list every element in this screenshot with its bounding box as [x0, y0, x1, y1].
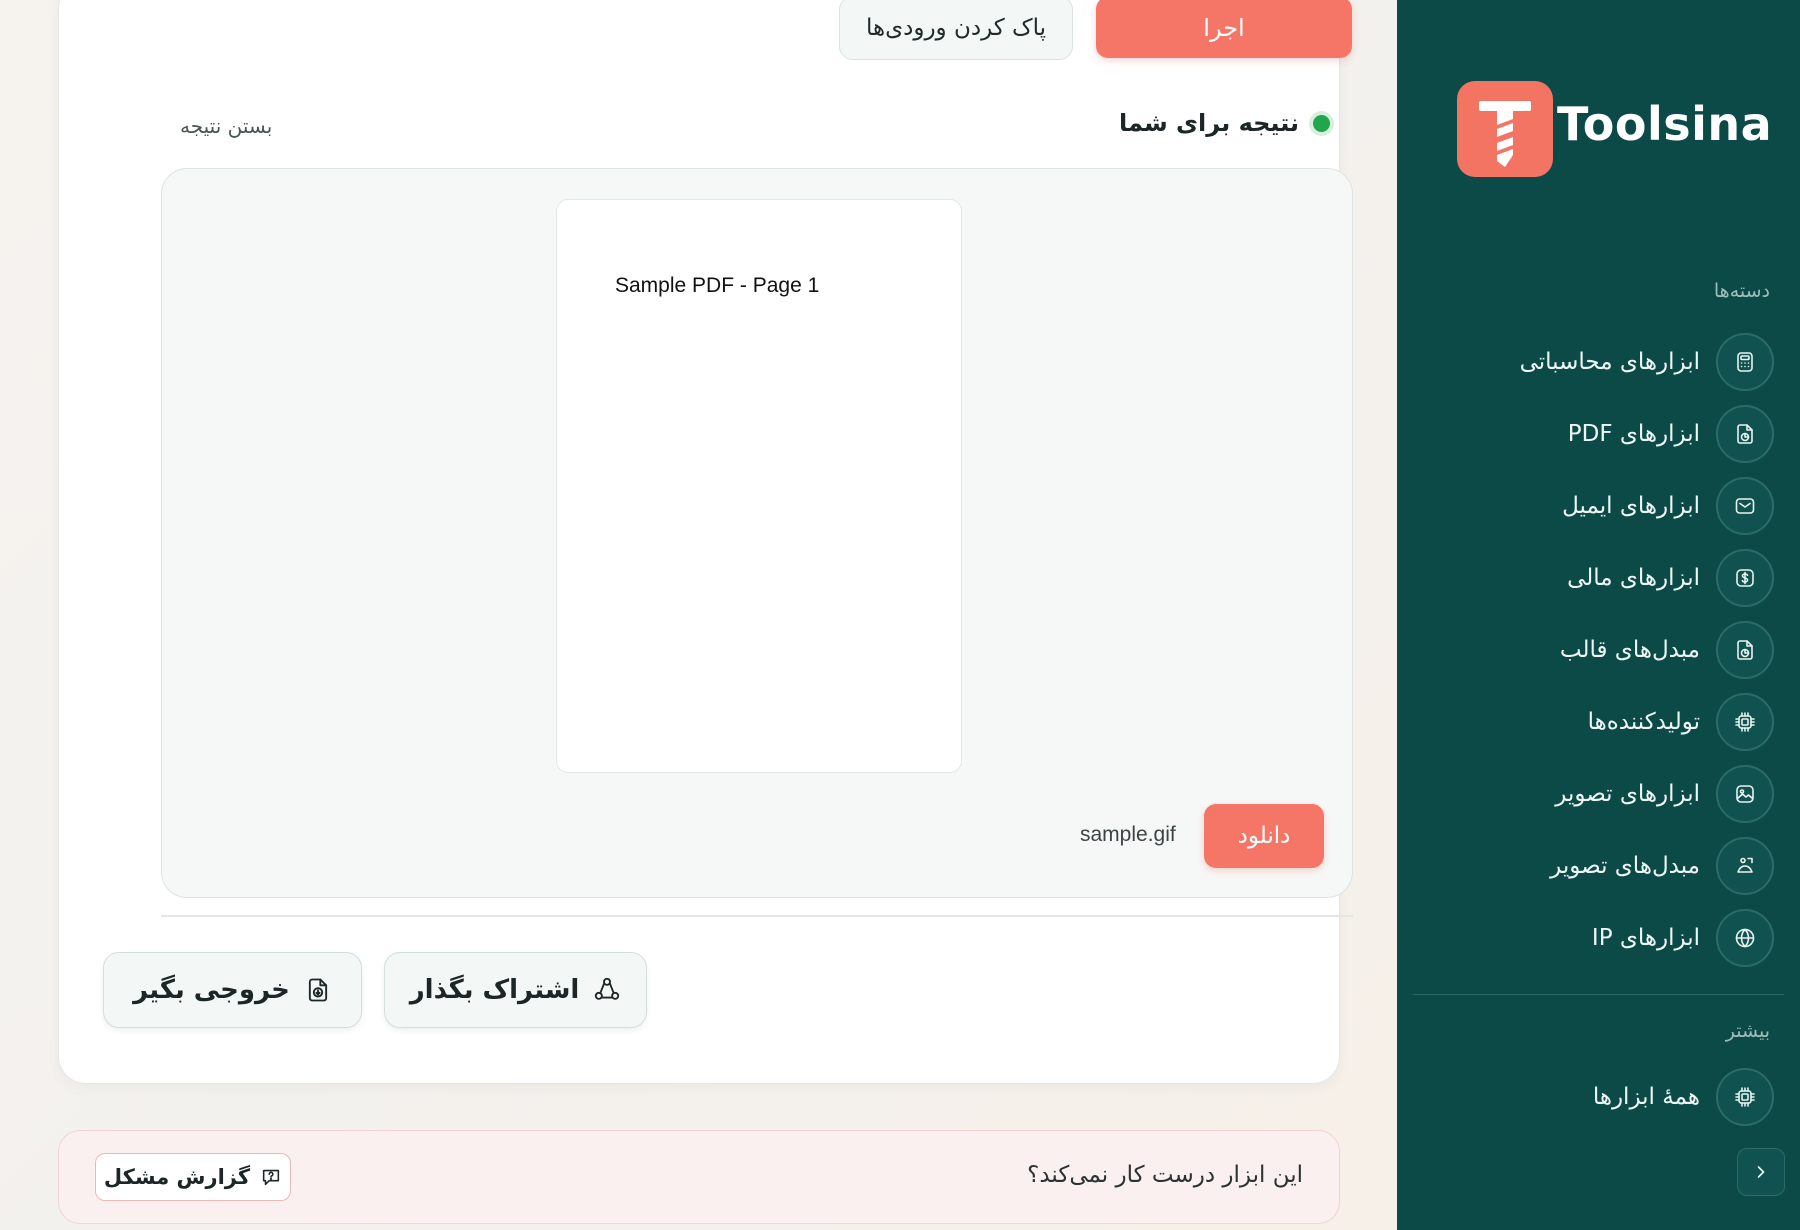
- pdf-page-text: Sample PDF - Page 1: [615, 274, 820, 297]
- report-bar: این ابزار درست کار نمی‌کند؟ گزارش مشکل: [58, 1130, 1340, 1224]
- pdf-page-preview: Sample PDF - Page 1: [556, 199, 962, 773]
- image-icon: [1716, 765, 1774, 823]
- result-preview: Sample PDF - Page 1 دانلود sample.gif: [161, 168, 1353, 898]
- download-button[interactable]: دانلود: [1204, 804, 1324, 868]
- sidebar-item-format-converters[interactable]: مبدل‌های قالب: [1414, 621, 1774, 679]
- chip-icon: [1716, 693, 1774, 751]
- sidebar-item-calculation[interactable]: ابزارهای محاسباتی: [1414, 333, 1774, 391]
- sidebar-item-label: ابزارهای PDF: [1567, 421, 1700, 447]
- sidebar-item-image-tools[interactable]: ابزارهای تصویر: [1414, 765, 1774, 823]
- toolsina-logo-icon: [1457, 81, 1553, 177]
- chevron-right-icon: [1751, 1162, 1771, 1182]
- brand-name: Toolsina: [1557, 97, 1773, 151]
- sidebar-item-generators[interactable]: تولیدکننده‌ها: [1414, 693, 1774, 751]
- logo[interactable]: Toolsina: [1457, 81, 1772, 177]
- sidebar-item-label: مبدل‌های قالب: [1559, 637, 1700, 663]
- share-button[interactable]: اشتراک بگذار: [384, 952, 647, 1028]
- sidebar-item-label: ابزارهای تصویر: [1555, 781, 1700, 807]
- file-convert-icon: [1716, 621, 1774, 679]
- sidebar-item-email[interactable]: ابزارهای ایمیل: [1414, 477, 1774, 535]
- sidebar-item-label: ابزارهای IP: [1591, 925, 1700, 951]
- file-chart-icon: [1716, 405, 1774, 463]
- sidebar-item-finance[interactable]: ابزارهای مالی: [1414, 549, 1774, 607]
- export-button[interactable]: خروجی بگیر: [103, 952, 362, 1028]
- calculator-icon: [1716, 333, 1774, 391]
- image-convert-icon: [1716, 837, 1774, 895]
- file-export-icon: [304, 976, 332, 1004]
- dollar-icon: [1716, 549, 1774, 607]
- close-result-link[interactable]: بستن نتیجه: [180, 114, 272, 138]
- sidebar-item-image-converters[interactable]: مبدل‌های تصویر: [1414, 837, 1774, 895]
- sidebar: Toolsina دسته‌ها ابزارهای محاسباتی ابزار…: [1397, 0, 1800, 1230]
- share-label: اشتراک بگذار: [409, 975, 580, 1005]
- report-question: این ابزار درست کار نمی‌کند؟: [1027, 1162, 1303, 1188]
- categories-title: دسته‌ها: [1713, 280, 1770, 302]
- sidebar-item-label: مبدل‌های تصویر: [1550, 853, 1700, 879]
- tool-card: اجرا پاک کردن ورودی‌ها نتیجه برای شما بس…: [58, 0, 1353, 1084]
- run-button[interactable]: اجرا: [1096, 0, 1352, 58]
- sidebar-item-ip-tools[interactable]: ابزارهای IP: [1414, 909, 1774, 967]
- clear-inputs-button[interactable]: پاک کردن ورودی‌ها: [839, 0, 1073, 60]
- collapse-sidebar-button[interactable]: [1737, 1148, 1785, 1196]
- sidebar-item-label: همهٔ ابزارها: [1592, 1084, 1700, 1110]
- globe-icon: [1716, 909, 1774, 967]
- sidebar-item-label: تولیدکننده‌ها: [1587, 709, 1700, 735]
- more-title: بیشتر: [1725, 1020, 1770, 1042]
- share-icon: [593, 976, 621, 1004]
- help-message-icon: [260, 1166, 282, 1188]
- divider: [161, 915, 1353, 917]
- result-header: نتیجه برای شما: [1119, 109, 1331, 137]
- sidebar-item-label: ابزارهای مالی: [1567, 565, 1700, 591]
- report-problem-button[interactable]: گزارش مشکل: [95, 1153, 291, 1201]
- chip-icon: [1716, 1068, 1774, 1126]
- sidebar-divider: [1413, 994, 1784, 995]
- mail-icon: [1716, 477, 1774, 535]
- sidebar-item-pdf[interactable]: ابزارهای PDF: [1414, 405, 1774, 463]
- status-dot-icon: [1313, 114, 1331, 132]
- result-title: نتیجه برای شما: [1119, 109, 1300, 137]
- sidebar-item-all-tools[interactable]: همهٔ ابزارها: [1414, 1068, 1774, 1126]
- export-label: خروجی بگیر: [133, 975, 290, 1005]
- output-file-name: sample.gif: [1080, 823, 1176, 846]
- report-button-label: گزارش مشکل: [103, 1165, 251, 1189]
- sidebar-item-label: ابزارهای ایمیل: [1562, 493, 1700, 519]
- sidebar-item-label: ابزارهای محاسباتی: [1519, 349, 1700, 375]
